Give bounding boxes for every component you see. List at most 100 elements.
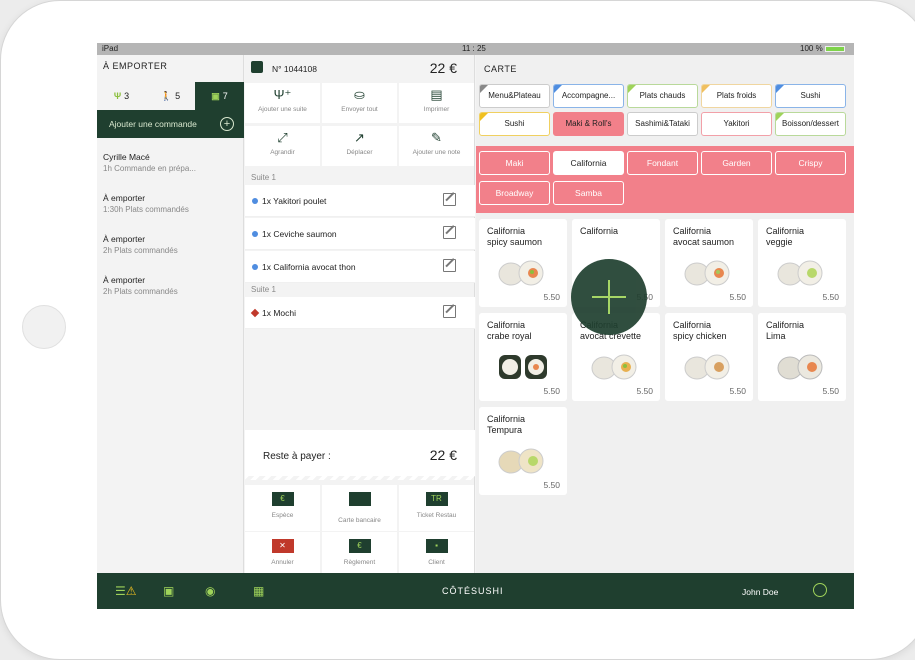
- category-button[interactable]: Accompagne...: [553, 84, 624, 108]
- order-name: À emporter: [103, 275, 146, 285]
- tr-icon: TR: [425, 492, 448, 506]
- edit-icon[interactable]: [443, 193, 456, 206]
- subcategory-button[interactable]: Samba: [553, 181, 624, 205]
- expand-button[interactable]: ⤢ Agrandir: [245, 126, 320, 166]
- item-label: 1x Yakitori poulet: [262, 196, 327, 206]
- menu-panel: CARTE Menu&Plateau Accompagne... Plats c…: [476, 55, 854, 573]
- corner-tag-icon: [554, 85, 562, 93]
- subcategory-button[interactable]: Crispy: [775, 151, 846, 175]
- send-all-button[interactable]: ⛀ Envoyer tout: [322, 83, 397, 123]
- tab-sur-place[interactable]: Ψ3: [97, 82, 146, 110]
- product-card[interactable]: California spicy chicken 5.50: [665, 313, 753, 401]
- order-list-item[interactable]: À emporter 2h Plats commandés: [103, 275, 238, 296]
- sushi-roll-icon: [498, 448, 544, 474]
- order-status: 1h Commande en prépa...: [103, 164, 196, 173]
- category-button[interactable]: Plats froids: [701, 84, 772, 108]
- settings-icon[interactable]: ◉: [205, 584, 215, 598]
- category-button[interactable]: Boisson/dessert: [775, 112, 846, 136]
- menu-title: CARTE: [484, 64, 517, 74]
- order-number: N° 1044108: [272, 64, 317, 74]
- subcategory-button[interactable]: Broadway: [479, 181, 550, 205]
- tab-takeaway[interactable]: ▣ 7: [195, 82, 244, 110]
- category-button-selected[interactable]: Maki & Roll's: [553, 112, 624, 136]
- add-order-button[interactable]: Ajouter une commande +: [97, 110, 244, 138]
- cash-button[interactable]: € Espèce: [245, 485, 320, 531]
- order-list-item[interactable]: Cyrille Macé 1h Commande en prépa...: [103, 152, 238, 173]
- ticket-item[interactable]: 1x California avocat thon: [245, 251, 475, 283]
- edit-icon[interactable]: [443, 226, 456, 239]
- user-name[interactable]: John Doe: [742, 587, 778, 597]
- product-card[interactable]: California avocat saumon 5.50: [665, 219, 753, 307]
- subcategory-button-selected[interactable]: California: [553, 151, 624, 175]
- category-button[interactable]: Plats chauds: [627, 84, 698, 108]
- app-screen: iPad 11 : 25 100 % À EMPORTER Ψ3 🚶 5 ▣ 7 A…: [97, 43, 854, 609]
- client-button[interactable]: ▪ Client: [399, 532, 474, 578]
- power-icon[interactable]: [813, 583, 827, 597]
- tab-walk[interactable]: 🚶 5: [146, 82, 195, 110]
- ticket-item[interactable]: 1x Yakitori poulet: [245, 185, 475, 217]
- subcategory-button[interactable]: Garden: [701, 151, 772, 175]
- edit-icon[interactable]: [443, 305, 456, 318]
- product-price: 5.50: [729, 386, 746, 396]
- category-button[interactable]: Sashimi&Tataki: [627, 112, 698, 136]
- product-card[interactable]: California Lima 5.50: [758, 313, 846, 401]
- action-label: Ajouter une note: [412, 149, 461, 156]
- external-link-icon: ↗: [354, 130, 365, 145]
- product-card[interactable]: California crabe royal 5.50: [479, 313, 567, 401]
- euro-icon: €: [348, 539, 371, 553]
- order-total: 22 €: [429, 60, 457, 76]
- plus-circle-icon: +: [220, 117, 234, 131]
- category-label: Plats froids: [716, 91, 757, 100]
- sushi-roll-icon: [499, 355, 547, 379]
- product-card[interactable]: California Tempura 5.50: [479, 407, 567, 495]
- device-label: iPad: [102, 44, 119, 53]
- ticket-restau-button[interactable]: TR Ticket Restau: [399, 485, 474, 531]
- archive-icon[interactable]: ▦: [253, 584, 264, 598]
- home-button[interactable]: [22, 305, 66, 349]
- subcategory-button[interactable]: Fondant: [627, 151, 698, 175]
- add-order-label: Ajouter une commande: [109, 119, 197, 129]
- cloche-icon: ⛀: [354, 87, 365, 102]
- pay-label: Règlement: [343, 559, 376, 566]
- subcategory-button[interactable]: Maki: [479, 151, 550, 175]
- corner-tag-icon: [480, 113, 488, 121]
- ticket-item[interactable]: 1x Mochi: [245, 297, 475, 329]
- product-name: California Tempura: [487, 414, 526, 435]
- move-button[interactable]: ↗ Déplacer: [322, 126, 397, 166]
- print-button[interactable]: ▤ Imprimer: [399, 83, 474, 123]
- product-name: California: [580, 226, 619, 236]
- edit-icon[interactable]: [443, 259, 456, 272]
- add-note-button[interactable]: ✎ Ajouter une note: [399, 126, 474, 166]
- add-suite-button[interactable]: Ψ⁺ Ajouter une suite: [245, 83, 320, 123]
- bottom-toolbar: ☰⚠ ▣ ◉ ▦ CÔTÉSUSHI John Doe: [97, 573, 854, 609]
- product-name: California spicy chicken: [673, 320, 727, 341]
- status-bar: iPad 11 : 25 100 %: [97, 43, 854, 55]
- category-label: Yakitori: [723, 119, 750, 128]
- order-name: Cyrille Macé: [103, 152, 150, 162]
- product-price: 5.50: [543, 386, 560, 396]
- order-list-item[interactable]: À emporter 1:30h Plats commandés: [103, 193, 238, 214]
- product-card[interactable]: California veggie 5.50: [758, 219, 846, 307]
- client-icon: ▪: [425, 539, 448, 553]
- settlement-button[interactable]: € Règlement: [322, 532, 397, 578]
- order-list-item[interactable]: À emporter 2h Plats commandés: [103, 234, 238, 255]
- category-button[interactable]: Sushi: [775, 84, 846, 108]
- category-button[interactable]: Menu&Plateau: [479, 84, 550, 108]
- cancel-button[interactable]: ✕ Annuler: [245, 532, 320, 578]
- product-card[interactable]: California spicy saumon 5.50: [479, 219, 567, 307]
- tab-count: 5: [175, 91, 181, 101]
- card-button[interactable]: Carte bancaire: [322, 485, 397, 531]
- pay-label: Espèce: [271, 512, 294, 519]
- bag-icon: [251, 61, 263, 73]
- alert-list-icon[interactable]: ☰⚠: [115, 584, 137, 598]
- tab-count: 7: [222, 91, 228, 101]
- category-label: Accompagne...: [561, 91, 616, 100]
- ticket-item[interactable]: 1x Ceviche saumon: [245, 218, 475, 250]
- add-product-button[interactable]: [571, 259, 647, 335]
- bag-icon[interactable]: ▣: [163, 584, 174, 598]
- corner-tag-icon: [628, 85, 636, 93]
- category-button[interactable]: Sushi: [479, 112, 550, 136]
- bag-icon: ▣: [211, 91, 220, 101]
- category-label: Boisson/dessert: [782, 119, 839, 128]
- category-button[interactable]: Yakitori: [701, 112, 772, 136]
